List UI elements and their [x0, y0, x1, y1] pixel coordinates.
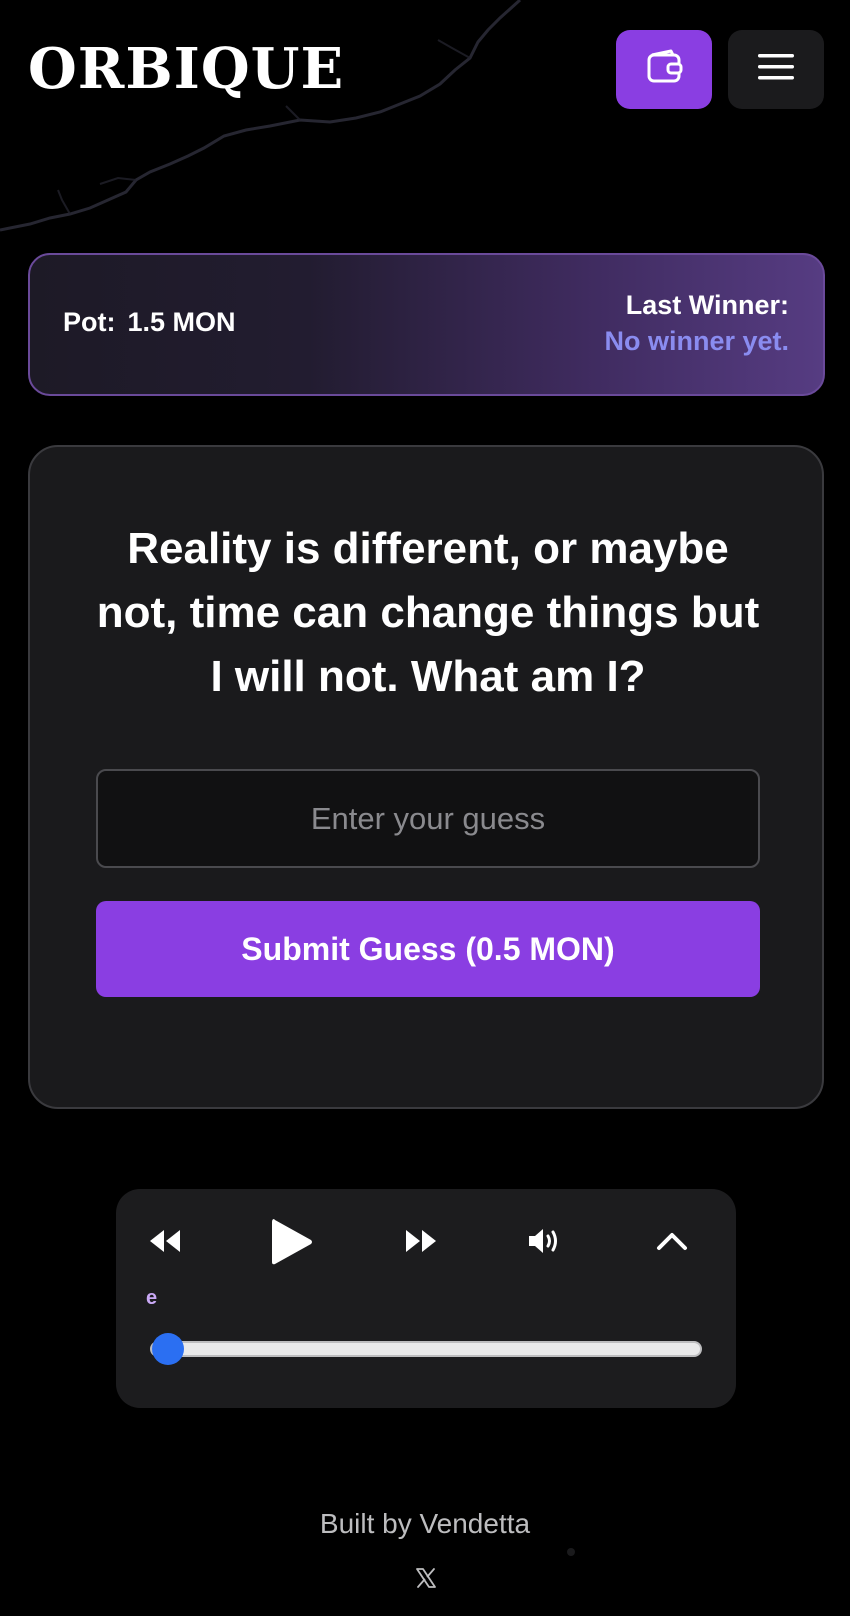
- music-player: e: [116, 1189, 736, 1408]
- x-logo-icon: [414, 1566, 438, 1595]
- last-winner: Last Winner: No winner yet.: [604, 287, 789, 359]
- progress-slider[interactable]: [150, 1333, 702, 1365]
- last-winner-value: No winner yet.: [604, 326, 789, 356]
- logo: ORBIQUE: [28, 36, 345, 102]
- play-button[interactable]: [266, 1217, 316, 1271]
- pot-banner: Pot: 1.5 MON Last Winner: No winner yet.: [28, 253, 825, 396]
- page: ORBIQUE Pot: 1.5 MON Last Winner: No win…: [0, 0, 850, 1616]
- submit-guess-button[interactable]: Submit Guess (0.5 MON): [96, 901, 760, 997]
- pot-amount: Pot: 1.5 MON: [63, 307, 236, 338]
- pot-label: Pot:: [63, 307, 116, 337]
- volume-button[interactable]: [522, 1223, 568, 1263]
- hamburger-menu-icon: [757, 52, 795, 87]
- decorative-dot: [567, 1548, 575, 1556]
- play-icon: [268, 1215, 314, 1274]
- menu-button[interactable]: [728, 30, 824, 109]
- fast-forward-icon: [404, 1226, 440, 1261]
- expand-button[interactable]: [652, 1223, 692, 1263]
- guess-input[interactable]: [96, 769, 760, 868]
- volume-icon: [525, 1225, 565, 1262]
- last-winner-label: Last Winner:: [625, 290, 789, 320]
- x-social-link[interactable]: [410, 1564, 442, 1596]
- footer-credit: Built by Vendetta: [319, 1508, 531, 1539]
- rewind-button[interactable]: [144, 1223, 184, 1263]
- header: ORBIQUE: [0, 0, 850, 140]
- chevron-up-icon: [655, 1230, 689, 1257]
- track-name: e: [146, 1287, 158, 1309]
- wallet-button[interactable]: [616, 30, 712, 109]
- rewind-icon: [146, 1226, 182, 1261]
- riddle-question: Reality is different, or maybe not, time…: [96, 524, 760, 701]
- pot-value: 1.5 MON: [127, 307, 236, 337]
- riddle-card: Reality is different, or maybe not, time…: [28, 445, 824, 1109]
- fast-forward-button[interactable]: [402, 1223, 442, 1263]
- progress-slider-thumb[interactable]: [152, 1333, 185, 1365]
- wallet-icon: [644, 47, 684, 92]
